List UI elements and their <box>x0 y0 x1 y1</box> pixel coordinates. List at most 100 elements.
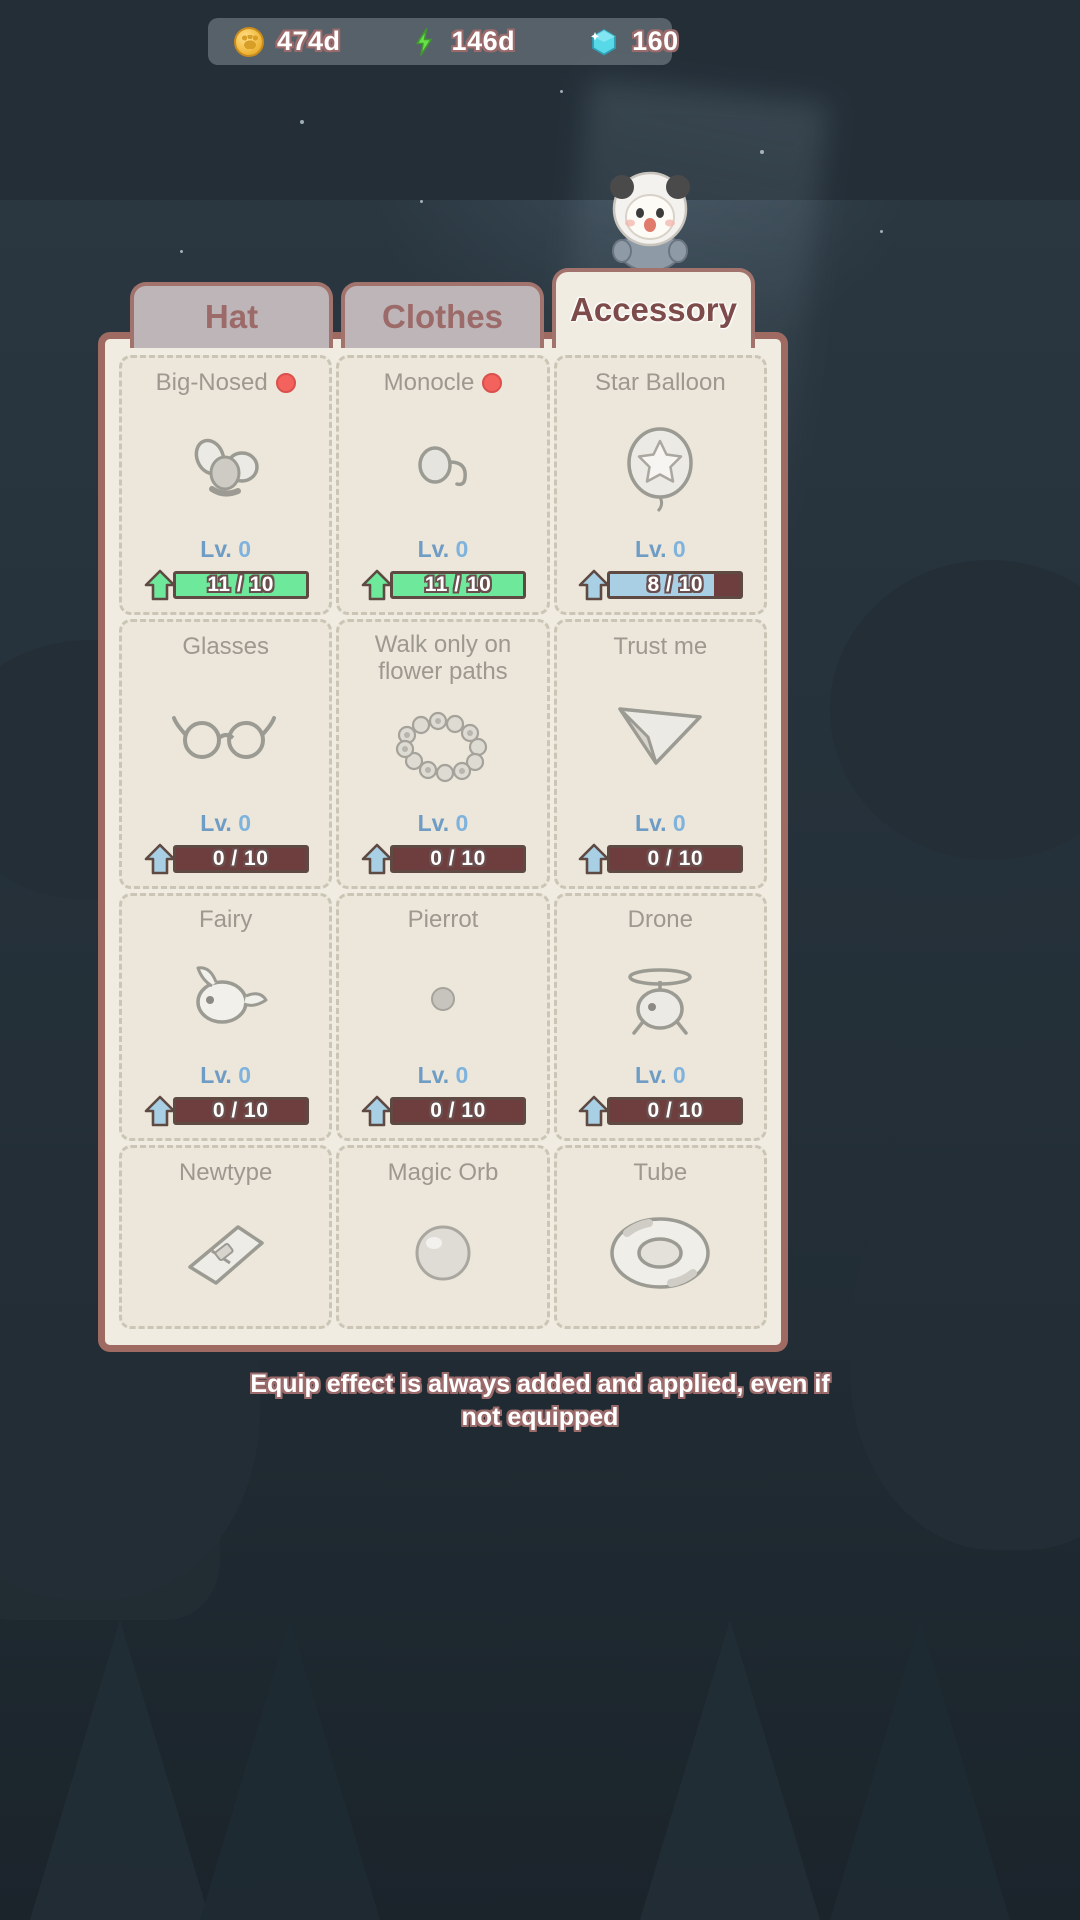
item-level: Lv. 0 <box>635 1062 686 1089</box>
item-card[interactable]: Star Balloon Lv. 0 8 / 10 <box>553 355 767 616</box>
tab-clothes[interactable]: Clothes <box>341 282 544 348</box>
item-card[interactable]: Monocle Lv. 0 11 / 10 <box>336 355 550 616</box>
upgrade-arrow-icon[interactable] <box>360 842 394 876</box>
equipment-panel: Big-Nosed Lv. 0 11 / 10 Monocle Lv. 0 11 / … <box>98 332 788 1352</box>
item-level: Lv. 0 <box>418 536 469 563</box>
item-card[interactable]: Fairy Lv. 0 0 / 10 <box>119 892 333 1141</box>
item-level-label: Lv. <box>200 1061 232 1088</box>
progress-bar-text: 0 / 10 <box>212 846 269 870</box>
pine-tree <box>830 1620 1010 1920</box>
coin-icon <box>234 26 264 57</box>
progress-bar-text: 0 / 10 <box>430 846 486 870</box>
star <box>180 250 183 253</box>
upgrade-arrow-icon[interactable] <box>143 568 177 602</box>
progress-bar: 11 / 10 <box>389 571 526 600</box>
resource-bar: 474d 146d 160 <box>208 18 678 65</box>
progress-bar: 8 / 10 <box>607 571 744 600</box>
paper-plane-icon <box>563 662 758 810</box>
item-level: Lv. 0 <box>200 1062 251 1089</box>
star <box>300 120 304 124</box>
upgrade-arrow-icon[interactable] <box>577 1094 611 1128</box>
item-card[interactable]: Big-Nosed Lv. 0 11 / 10 <box>119 355 333 616</box>
progress-bar: 0 / 10 <box>607 1096 744 1125</box>
progress-bar-text: 0 / 10 <box>647 1098 704 1122</box>
item-level-label: Lv. <box>417 1061 450 1088</box>
item-name: Big-Nosed <box>128 368 323 398</box>
upgrade-row[interactable]: 0 / 10 <box>563 842 758 876</box>
progress-bar-text: 0 / 10 <box>647 846 704 870</box>
progress-bar-text: 0 / 10 <box>430 1098 486 1122</box>
upgrade-row[interactable]: 8 / 10 <box>563 568 758 602</box>
item-card[interactable]: Trust me Lv. 0 0 / 10 <box>553 619 767 889</box>
pine-tree <box>640 1620 820 1920</box>
pine-tree <box>200 1620 380 1920</box>
item-name-label: Walk only on flower paths <box>374 631 512 685</box>
item-level: Lv. 0 <box>200 536 251 563</box>
item-level-label: Lv. <box>634 1061 667 1088</box>
glasses-icon <box>128 662 323 810</box>
item-name: Star Balloon <box>563 368 758 398</box>
item-card[interactable]: Walk only on flower paths Lv. 0 0 / 10 <box>336 619 550 889</box>
fairy-icon <box>128 936 323 1062</box>
footer-note: Equip effect is always added and applied… <box>250 1370 830 1431</box>
progress-bar-text: 11 / 10 <box>424 573 492 597</box>
balloon-icon <box>563 398 758 536</box>
item-name-label: Big-Nosed <box>155 368 268 396</box>
star <box>420 200 423 203</box>
drone-icon <box>563 936 758 1062</box>
item-card[interactable]: Tube <box>553 1144 767 1329</box>
progress-bar: 0 / 10 <box>389 1096 526 1125</box>
upgrade-row[interactable]: 0 / 10 <box>128 842 323 876</box>
item-card[interactable]: Glasses Lv. 0 0 / 10 <box>119 619 333 889</box>
item-name-label: Pierrot <box>407 906 479 934</box>
item-level: Lv. 0 <box>418 810 469 837</box>
upgrade-arrow-icon[interactable] <box>360 1094 394 1128</box>
item-name: Monocle <box>345 368 540 398</box>
upgrade-row[interactable]: 0 / 10 <box>128 1094 323 1128</box>
upgrade-row[interactable]: 0 / 10 <box>345 1094 540 1128</box>
upgrade-row[interactable]: 11 / 10 <box>345 568 540 602</box>
tab-accessory-label: Accessory <box>570 291 737 328</box>
upgrade-row[interactable]: 11 / 10 <box>128 568 323 602</box>
item-card[interactable]: Newtype <box>119 1144 333 1329</box>
resource-gold[interactable]: 474d <box>208 18 341 65</box>
progress-bar: 0 / 10 <box>389 844 526 873</box>
star <box>760 150 764 154</box>
gem-value: 160 <box>632 26 679 56</box>
item-level: Lv. 0 <box>200 810 251 837</box>
upgrade-arrow-icon[interactable] <box>577 568 611 602</box>
item-name-label: Fairy <box>198 906 253 934</box>
item-level-label: Lv. <box>417 809 450 836</box>
item-level-value: 0 <box>455 536 469 563</box>
item-level-label: Lv. <box>634 536 667 563</box>
item-name-label: Monocle <box>383 368 475 396</box>
item-card[interactable]: Drone Lv. 0 0 / 10 <box>553 892 767 1141</box>
orb-icon <box>345 1188 540 1318</box>
upgrade-arrow-icon[interactable] <box>360 568 394 602</box>
tab-hat[interactable]: Hat <box>130 282 333 348</box>
item-name-label: Star Balloon <box>594 368 726 396</box>
progress-bar: 11 / 10 <box>172 571 309 600</box>
upgrade-arrow-icon[interactable] <box>143 1094 177 1128</box>
item-level-label: Lv. <box>200 536 232 563</box>
resource-energy[interactable]: 146d <box>341 18 516 65</box>
tab-accessory[interactable]: Accessory <box>552 268 755 348</box>
item-card[interactable]: Pierrot Lv. 0 0 / 10 <box>336 892 550 1141</box>
item-level-value: 0 <box>672 1061 686 1088</box>
item-level-value: 0 <box>672 536 686 563</box>
upgrade-arrow-icon[interactable] <box>577 842 611 876</box>
item-level-value: 0 <box>238 1061 252 1088</box>
item-level-value: 0 <box>672 809 686 836</box>
player-avatar[interactable] <box>600 165 700 275</box>
upgrade-row[interactable]: 0 / 10 <box>563 1094 758 1128</box>
item-name: Magic Orb <box>345 1158 540 1188</box>
item-level-label: Lv. <box>634 809 667 836</box>
big-nose-icon <box>128 398 323 536</box>
resource-gem[interactable]: 160 <box>515 18 679 65</box>
upgrade-arrow-icon[interactable] <box>143 842 177 876</box>
item-level-value: 0 <box>455 1061 469 1088</box>
tube-icon <box>563 1188 758 1318</box>
energy-value: 146d <box>451 26 516 56</box>
upgrade-row[interactable]: 0 / 10 <box>345 842 540 876</box>
item-card[interactable]: Magic Orb <box>336 1144 550 1329</box>
